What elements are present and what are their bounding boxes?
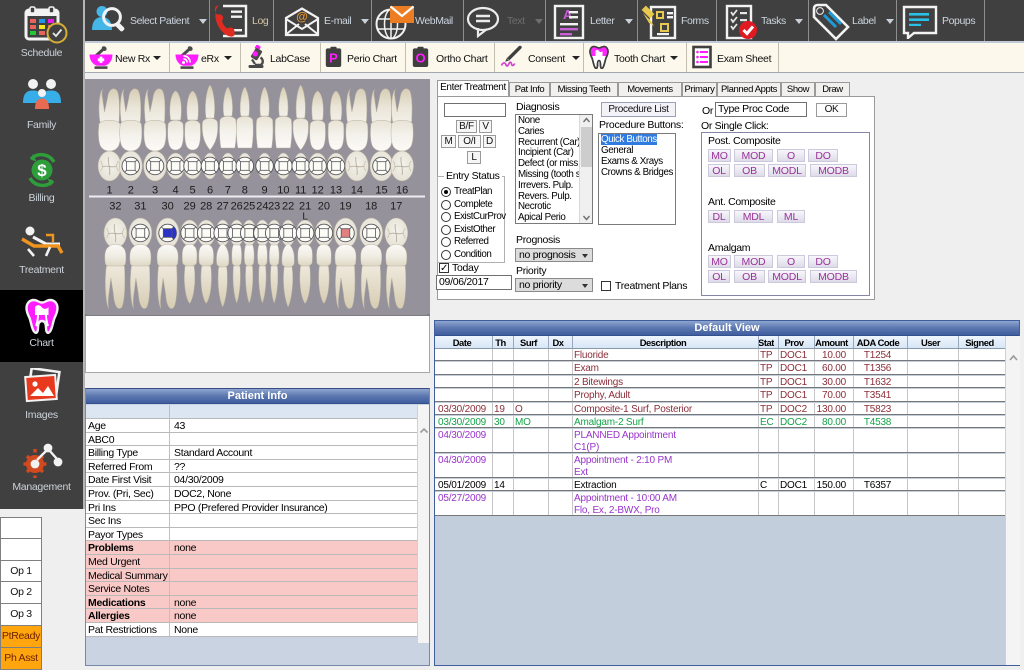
svg-text:A: A <box>563 7 573 22</box>
svg-text:@: @ <box>296 10 308 24</box>
svg-text:18: 18 <box>365 201 377 213</box>
svg-text:9: 9 <box>262 185 268 197</box>
svg-text:11: 11 <box>295 185 306 197</box>
svg-text:29: 29 <box>183 201 195 213</box>
svg-text:$: $ <box>37 161 47 180</box>
svg-text:6: 6 <box>207 185 213 197</box>
svg-text:27: 27 <box>217 201 229 213</box>
svg-text:31: 31 <box>134 201 146 213</box>
svg-text:4: 4 <box>173 185 179 197</box>
svg-text:23: 23 <box>268 201 280 213</box>
svg-text:13: 13 <box>330 185 342 197</box>
svg-text:14: 14 <box>351 185 363 197</box>
svg-text:17: 17 <box>390 201 402 213</box>
svg-text:12: 12 <box>311 185 323 197</box>
svg-text:3: 3 <box>152 185 158 197</box>
svg-text:16: 16 <box>396 185 408 197</box>
svg-text:32: 32 <box>109 201 121 213</box>
svg-text:25: 25 <box>243 201 255 213</box>
svg-text:1: 1 <box>106 185 112 197</box>
svg-text:5: 5 <box>190 185 196 197</box>
svg-text:20: 20 <box>318 201 330 213</box>
svg-text:26: 26 <box>231 201 243 213</box>
svg-text:O: O <box>415 51 425 66</box>
svg-text:15: 15 <box>375 185 387 197</box>
svg-text:8: 8 <box>242 185 248 197</box>
svg-text:22: 22 <box>282 201 294 213</box>
svg-text:P: P <box>329 51 338 66</box>
svg-text:24: 24 <box>256 201 268 213</box>
svg-text:28: 28 <box>200 201 212 213</box>
svg-text:19: 19 <box>339 201 351 213</box>
svg-text:7: 7 <box>225 185 231 197</box>
svg-text:2: 2 <box>128 185 134 197</box>
svg-text:10: 10 <box>277 185 289 197</box>
svg-text:30: 30 <box>161 201 173 213</box>
